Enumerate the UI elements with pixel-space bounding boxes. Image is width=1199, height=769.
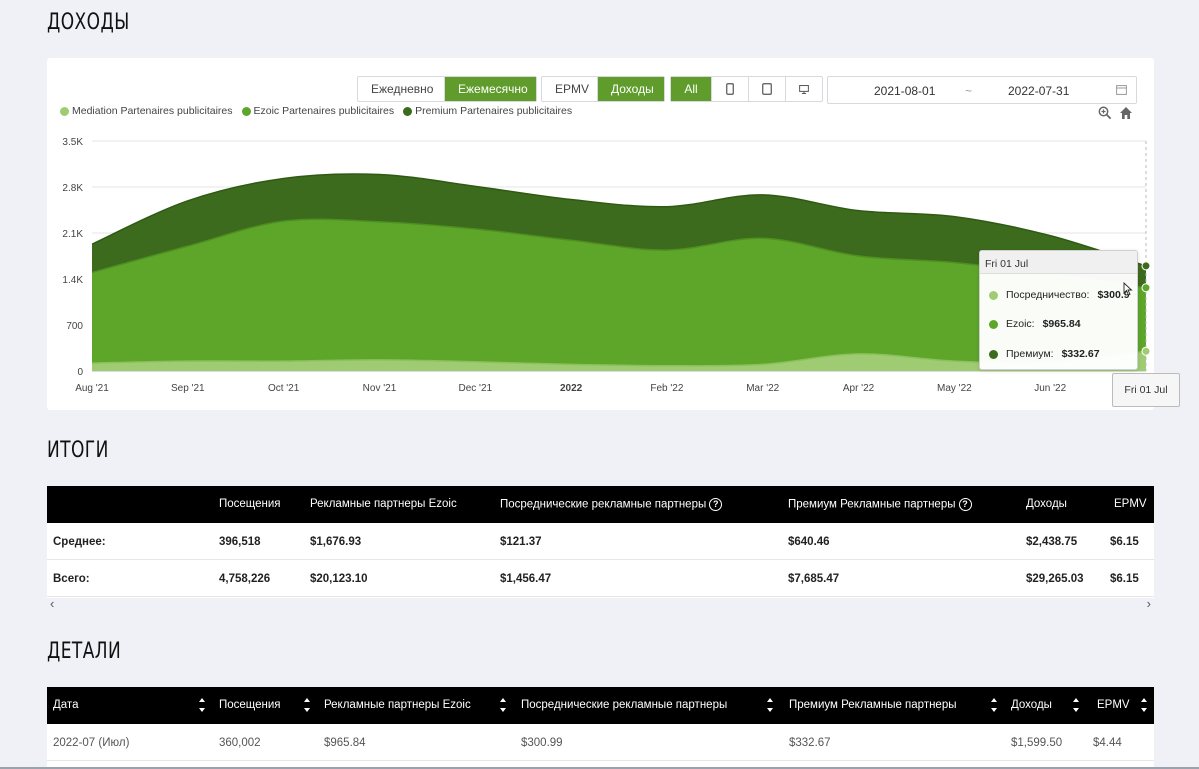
sort-icon[interactable] (990, 696, 998, 714)
y-tick-label: 1.4K (62, 275, 83, 286)
tooltip-row-mediation: Посредничество: $300.9 (989, 289, 1130, 301)
chart-tooltip: Fri 01 Jul Посредничество: $300.9 Ezoic: $… (979, 250, 1138, 370)
table-row: Всего: 4,758,226 $20,123.10 $1,456.47 $7… (47, 560, 1154, 597)
sort-icon[interactable] (1140, 696, 1148, 714)
totals-table: Посещения Рекламные партнеры Ezoic Посре… (47, 486, 1154, 598)
x-tick-label: Feb '22 (650, 383, 683, 394)
horizontal-scrollbar[interactable]: ‹ › (47, 596, 1154, 612)
x-tick-label: Apr '22 (843, 383, 875, 394)
x-tick-label: 2022 (560, 383, 583, 394)
x-tick-label: Mar '22 (746, 383, 779, 394)
tooltip-dot (989, 290, 998, 300)
x-tick-label: Jun '22 (1034, 383, 1066, 394)
th-premium[interactable]: Премиум Рекламные партнеры (789, 699, 957, 711)
crosshair-x-label: Fri 01 Jul (1112, 373, 1180, 407)
y-tick-label: 3.5K (62, 137, 83, 148)
sort-icon[interactable] (1072, 696, 1080, 714)
th-date[interactable]: Дата (53, 699, 78, 711)
th-revenue[interactable]: Доходы (1026, 498, 1067, 510)
totals-header-row: Посещения Рекламные партнеры Ezoic Посре… (47, 486, 1154, 523)
tooltip-dot (989, 319, 998, 329)
x-tick-label: Nov '21 (363, 383, 397, 394)
y-tick-label: 700 (66, 321, 83, 332)
sort-icon[interactable] (766, 696, 774, 714)
y-tick-label: 0 (77, 367, 83, 378)
x-tick-label: Oct '21 (268, 383, 300, 394)
th-visits[interactable]: Посещения (219, 498, 281, 510)
sort-icon[interactable] (198, 696, 206, 714)
x-tick-label: May '22 (937, 383, 972, 394)
th-premium[interactable]: Премиум Рекламные партнеры? (788, 498, 972, 511)
th-ezoic[interactable]: Рекламные партнеры Ezoic (310, 498, 457, 510)
mouse-cursor-icon (1123, 282, 1133, 296)
sort-icon[interactable] (303, 696, 311, 714)
th-ezoic[interactable]: Рекламные партнеры Ezoic (324, 699, 471, 711)
tooltip-title: Fri 01 Jul (980, 251, 1137, 274)
revenue-chart-card: Ежедневно Ежемесячно EPMV Доходы All 202… (47, 58, 1180, 410)
details-section-title: ДЕТАЛИ (47, 639, 122, 664)
scroll-left-arrow[interactable]: ‹ (50, 596, 54, 611)
th-revenue[interactable]: Доходы (1011, 699, 1052, 711)
tooltip-dot (989, 349, 998, 359)
details-header-row: Дата Посещения Рекламные партнеры Ezoic … (47, 687, 1154, 724)
x-tick-label: Aug '21 (75, 383, 109, 394)
y-tick-label: 2.1K (62, 229, 83, 240)
y-tick-label: 2.8K (62, 183, 83, 194)
tooltip-row-ezoic: Ezoic: $965.84 (989, 318, 1081, 330)
th-visits[interactable]: Посещения (219, 699, 281, 711)
hover-point (1141, 346, 1151, 356)
details-table: Дата Посещения Рекламные партнеры Ezoic … (47, 687, 1154, 769)
hover-point (1141, 261, 1151, 271)
table-row: Среднее: 396,518 $1,676.93 $121.37 $640.… (47, 523, 1154, 560)
table-row[interactable]: 2022-07 (Июл) 360,002 $965.84 $300.99 $3… (47, 724, 1154, 761)
totals-section-title: ИТОГИ (47, 438, 109, 463)
help-icon[interactable]: ? (958, 498, 972, 511)
x-tick-label: Dec '21 (458, 383, 492, 394)
x-tick-label: Sep '21 (171, 383, 205, 394)
tooltip-row-premium: Премиум: $332.67 (989, 348, 1100, 360)
hover-point (1141, 283, 1151, 293)
scroll-right-arrow[interactable]: › (1147, 596, 1151, 611)
sort-icon[interactable] (499, 696, 507, 714)
th-epmv[interactable]: EPMV (1097, 699, 1130, 711)
th-epmv[interactable]: EPMV (1114, 498, 1147, 510)
revenue-section-title: ДОХОДЫ (47, 10, 130, 35)
th-mediation[interactable]: Посреднические рекламные партнеры? (500, 498, 723, 511)
help-icon[interactable]: ? (709, 498, 723, 511)
th-mediation[interactable]: Посреднические рекламные партнеры (521, 699, 727, 711)
